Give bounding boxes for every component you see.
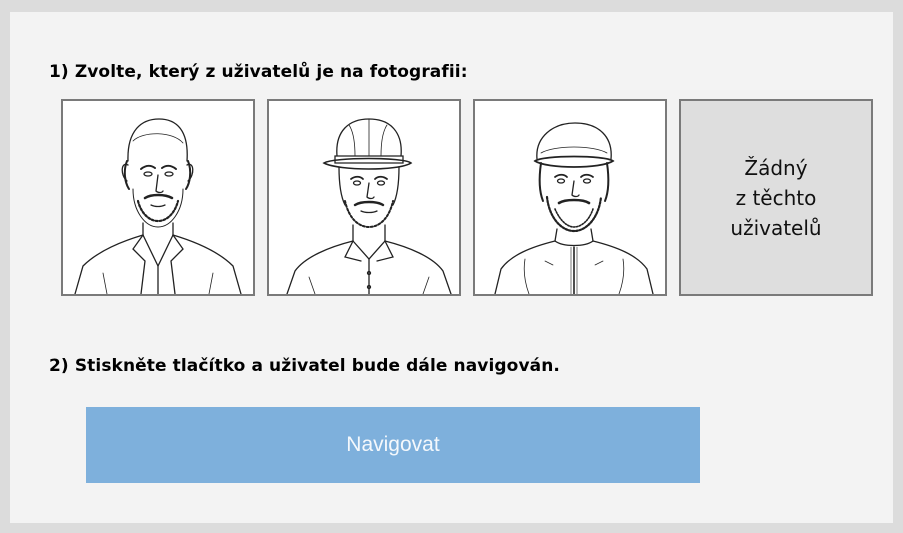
user-option-1[interactable] bbox=[61, 99, 255, 296]
none-option-line3: uživatelů bbox=[730, 215, 822, 240]
none-option-line2: z těchto bbox=[735, 185, 817, 210]
user-selection-panel: 1) Zvolte, který z uživatelů je na fotog… bbox=[10, 12, 893, 523]
user-option-2[interactable] bbox=[267, 99, 461, 296]
sketch-portrait-man-flat-cap-jacket-icon bbox=[494, 122, 654, 294]
navigate-button[interactable]: Navigovat bbox=[86, 407, 700, 483]
user-option-3[interactable] bbox=[473, 99, 667, 296]
step1-instruction: 1) Zvolte, který z uživatelů je na fotog… bbox=[49, 62, 468, 82]
none-option-line1: Žádný bbox=[744, 155, 808, 180]
step2-instruction: 2) Stiskněte tlačítko a uživatel bude dá… bbox=[49, 356, 560, 376]
sketch-portrait-bald-man-suit-icon bbox=[74, 118, 242, 294]
none-option-label: Žádný z těchto uživatelů bbox=[730, 153, 821, 243]
none-of-users-option[interactable]: Žádný z těchto uživatelů bbox=[679, 99, 873, 296]
sketch-portrait-man-cap-icon bbox=[286, 118, 452, 294]
